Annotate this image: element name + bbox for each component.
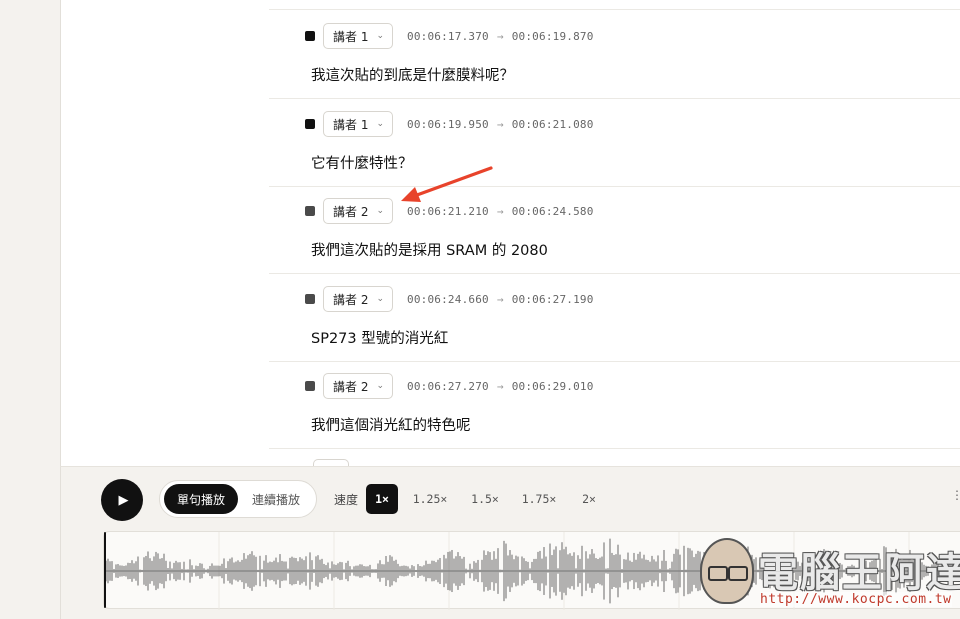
speaker-color-swatch: [305, 206, 315, 216]
speed-label: 速度: [334, 493, 359, 507]
speed-option-1.75x[interactable]: 1.75×: [520, 484, 558, 514]
segment-text[interactable]: SP273 型號的消光紅: [311, 327, 448, 348]
speaker-color-swatch: [305, 119, 315, 129]
speaker-dropdown[interactable]: 講者 2 ⌄: [323, 373, 393, 399]
watermark-url: http://www.kocpc.com.tw: [760, 592, 952, 607]
speaker-color-swatch: [305, 294, 315, 304]
chevron-down-icon: ⌄: [376, 119, 384, 129]
speaker-label: 講者 1: [333, 117, 369, 132]
timestamp-range: 00:06:27.270 → 00:06:29.010: [407, 379, 594, 393]
playhead[interactable]: [104, 532, 106, 608]
speed-option-1x[interactable]: 1×: [366, 484, 398, 514]
chevron-down-icon: ⌄: [376, 294, 384, 304]
transcript-segment[interactable]: 講者 2 ⌄ 00:06:27.270 → 00:06:29.010 我們這個消光紅…: [269, 360, 960, 449]
transcript-segment[interactable]: 講者 1 ⌄ 00:06:19.950 → 00:06:21.080 它有什麼特性？: [269, 98, 960, 187]
speaker-dropdown[interactable]: 講者 1 ⌄: [323, 23, 393, 49]
playback-mode-toggle: 單句播放 連續播放: [159, 480, 317, 518]
speaker-label: 講者 2: [333, 292, 369, 307]
chevron-down-icon: ⌄: [376, 31, 384, 41]
watermark-title: 電腦王阿達: [758, 550, 960, 596]
timestamp-range: 00:06:19.950 → 00:06:21.080: [407, 117, 594, 131]
timestamp-range: 00:06:24.660 → 00:06:27.190: [407, 292, 594, 306]
play-button[interactable]: ▶: [101, 479, 143, 521]
continuous-mode-button[interactable]: 連續播放: [240, 484, 312, 514]
speaker-dropdown-partial[interactable]: [313, 459, 349, 466]
speaker-dropdown[interactable]: 講者 1 ⌄: [323, 111, 393, 137]
transcript-panel: 講者 1 ⌄ 00:06:17.370 → 00:06:19.870 我這次貼的到底…: [60, 0, 960, 466]
segment-text[interactable]: 我這次貼的到底是什麼膜料呢？: [311, 64, 514, 85]
speaker-label: 講者 2: [333, 204, 369, 219]
speaker-color-swatch: [305, 31, 315, 41]
speaker-label: 講者 2: [333, 379, 369, 394]
watermark: 電腦王阿達 http://www.kocpc.com.tw: [688, 522, 960, 618]
more-icon[interactable]: ⋮: [951, 488, 960, 502]
annotation-arrow: [401, 166, 493, 202]
transcript-segment[interactable]: 講者 2 ⌄ 00:06:24.660 → 00:06:27.190 SP273 型…: [269, 273, 960, 362]
transcript-segment[interactable]: 講者 1 ⌄ 00:06:17.370 → 00:06:19.870 我這次貼的到底…: [269, 10, 960, 99]
mascot-face-icon: [700, 538, 754, 604]
transcript-segment[interactable]: 講者 2 ⌄ 00:06:21.210 → 00:06:24.580 我們這次貼的是…: [269, 185, 960, 274]
speed-option-1.5x[interactable]: 1.5×: [469, 484, 501, 514]
timestamp-range: 00:06:17.370 → 00:06:19.870: [407, 29, 594, 43]
chevron-down-icon: ⌄: [376, 381, 384, 391]
chevron-down-icon: ⌄: [376, 206, 384, 216]
speaker-dropdown[interactable]: 講者 2 ⌄: [323, 286, 393, 312]
speed-option-2x[interactable]: 2×: [579, 484, 599, 514]
speaker-label: 講者 1: [333, 29, 369, 44]
speed-option-1.25x[interactable]: 1.25×: [411, 484, 449, 514]
speaker-color-swatch: [305, 381, 315, 391]
segment-text[interactable]: 我們這個消光紅的特色呢: [311, 414, 471, 435]
play-icon: ▶: [118, 492, 129, 508]
speaker-dropdown[interactable]: 講者 2 ⌄: [323, 198, 393, 224]
segment-text[interactable]: 我們這次貼的是採用 SRAM 的 2080: [311, 239, 548, 260]
single-sentence-mode-button[interactable]: 單句播放: [164, 484, 238, 514]
